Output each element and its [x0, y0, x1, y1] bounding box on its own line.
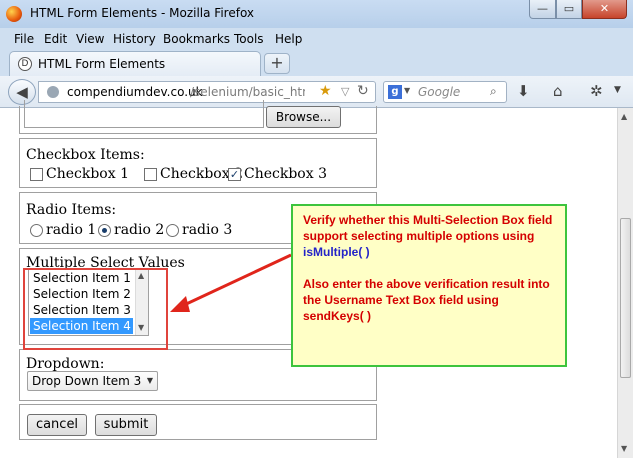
- cancel-button[interactable]: cancel: [27, 414, 87, 436]
- home-icon[interactable]: ⌂: [553, 82, 563, 100]
- page-scroll-down-icon[interactable]: ▼: [621, 444, 627, 453]
- page-scroll-thumb[interactable]: [620, 218, 631, 378]
- page-favicon-icon: D: [18, 57, 32, 71]
- checkbox-2[interactable]: [144, 168, 157, 181]
- minimize-button[interactable]: —: [529, 0, 556, 19]
- history-dropdown-icon[interactable]: ▽: [341, 85, 349, 98]
- fieldset-file-upload: Browse...: [19, 100, 377, 134]
- new-tab-button[interactable]: +: [264, 53, 290, 74]
- bookmark-star-icon[interactable]: ★: [319, 83, 332, 99]
- search-placeholder: Google: [418, 85, 461, 99]
- menu-bar: File Edit View History Bookmarks Tools H…: [0, 28, 633, 50]
- menu-history[interactable]: History: [113, 32, 156, 46]
- callout-text-1: Verify whether this Multi-Selection Box …: [303, 212, 555, 260]
- fieldset-checkboxes: Checkbox Items: Checkbox 1 Checkbox 2 ✓ …: [19, 138, 377, 188]
- callout-keyword: isMultiple( ): [303, 245, 370, 259]
- search-bar[interactable]: g ▼ Google ⌕: [383, 81, 507, 103]
- radio-3-label: radio 3: [182, 222, 233, 238]
- callout-text-2: Also enter the above verification result…: [303, 277, 550, 323]
- chevron-down-icon: ▼: [146, 376, 153, 385]
- browse-button[interactable]: Browse...: [266, 106, 341, 128]
- radio-legend: Radio Items:: [26, 202, 117, 218]
- radio-1[interactable]: [30, 224, 43, 237]
- checkbox-3[interactable]: ✓: [228, 168, 241, 181]
- radio-3[interactable]: [166, 224, 179, 237]
- listbox-highlight-box: [23, 268, 168, 350]
- tab-html-form-elements[interactable]: D HTML Form Elements: [9, 51, 261, 76]
- url-path: /selenium/basic_html_f: [190, 85, 305, 99]
- checkbox-1[interactable]: [30, 168, 43, 181]
- fieldset-buttons: cancel submit: [19, 404, 377, 440]
- dropdown-legend: Dropdown:: [26, 356, 105, 372]
- menu-file[interactable]: File: [14, 32, 34, 46]
- radio-1-label: radio 1: [46, 222, 97, 238]
- close-button[interactable]: ✕: [582, 0, 627, 19]
- reload-icon[interactable]: ↻: [357, 83, 369, 99]
- window-titlebar: HTML Form Elements - Mozilla Firefox — ▭…: [0, 0, 633, 28]
- window-title: HTML Form Elements - Mozilla Firefox: [30, 6, 255, 20]
- submit-button[interactable]: submit: [95, 414, 157, 436]
- google-engine-icon[interactable]: g: [388, 85, 402, 99]
- search-icon[interactable]: ⌕: [490, 84, 497, 99]
- menu-tools[interactable]: Tools: [234, 32, 264, 46]
- radio-2[interactable]: [98, 224, 111, 237]
- url-domain: compendiumdev.co.uk: [67, 85, 203, 99]
- firefox-logo-icon: [6, 6, 22, 22]
- radio-2-label: radio 2: [114, 222, 165, 238]
- dropdown-select[interactable]: Drop Down Item 3 ▼: [27, 371, 158, 391]
- toolbar-menu-chevron-icon[interactable]: ▼: [614, 85, 621, 95]
- addon-icon[interactable]: ✲: [590, 82, 603, 100]
- downloads-icon[interactable]: ⬇: [517, 82, 530, 100]
- tab-title: HTML Form Elements: [38, 57, 166, 71]
- maximize-button[interactable]: ▭: [556, 0, 582, 19]
- checkbox-3-label: Checkbox 3: [244, 166, 327, 182]
- tab-bar: D HTML Form Elements +: [0, 50, 633, 76]
- menu-bookmarks[interactable]: Bookmarks: [163, 32, 230, 46]
- menu-view[interactable]: View: [76, 32, 104, 46]
- engine-dropdown-icon[interactable]: ▼: [404, 86, 410, 95]
- callout-line1: Verify whether this Multi-Selection Box …: [303, 213, 553, 243]
- globe-icon: [47, 86, 59, 98]
- page-scrollbar[interactable]: ▲ ▼: [617, 108, 633, 458]
- page-scroll-up-icon[interactable]: ▲: [621, 112, 627, 121]
- annotation-callout: Verify whether this Multi-Selection Box …: [291, 204, 567, 367]
- checkbox-legend: Checkbox Items:: [26, 147, 145, 163]
- menu-edit[interactable]: Edit: [44, 32, 67, 46]
- dropdown-value: Drop Down Item 3: [32, 374, 142, 388]
- checkbox-1-label: Checkbox 1: [46, 166, 129, 182]
- file-path-input[interactable]: [24, 100, 264, 128]
- menu-help[interactable]: Help: [275, 32, 302, 46]
